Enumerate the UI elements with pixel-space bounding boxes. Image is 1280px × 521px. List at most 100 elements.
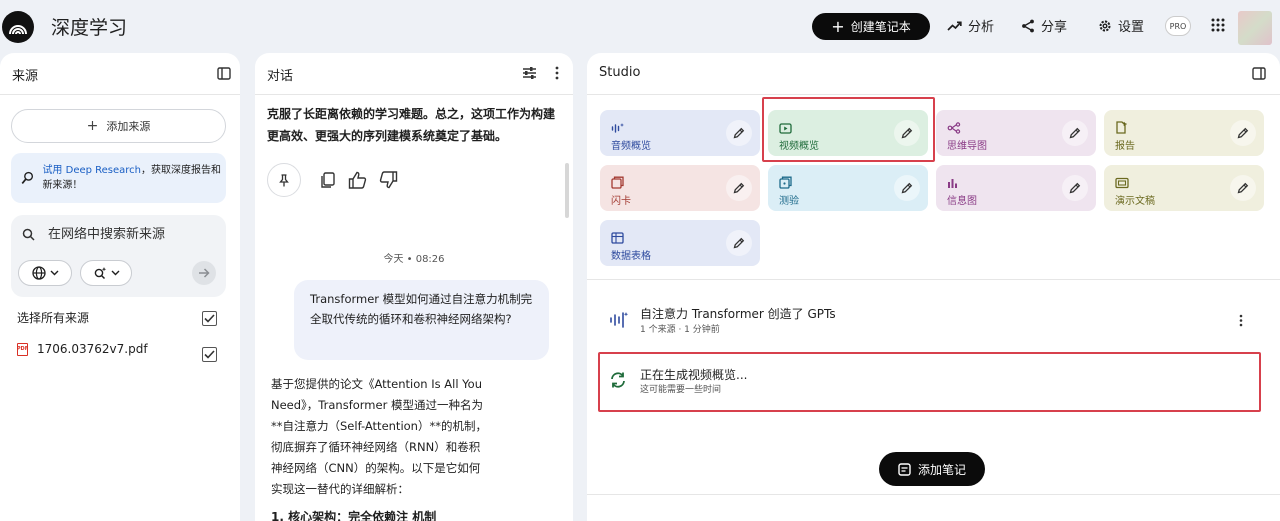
audio-waveform-icon [610, 312, 629, 328]
studio-tile-flashcard[interactable]: 闪卡 [600, 165, 760, 211]
pin-button[interactable] [267, 163, 301, 197]
pencil-icon [733, 237, 745, 249]
pencil-icon [1069, 182, 1081, 194]
flashcard-icon [611, 174, 624, 193]
copy-icon[interactable] [319, 171, 336, 189]
pencil-icon [901, 182, 913, 194]
chevron-down-icon [50, 270, 58, 276]
deep-research-link[interactable]: 试用 Deep Research [42, 165, 141, 176]
deep-research-banner[interactable]: 试用 Deep Research，获取深度报告和新来源！ [11, 153, 226, 203]
edit-tile-button[interactable] [1062, 175, 1088, 201]
analytics-label: 分析 [968, 20, 995, 35]
settings-button[interactable]: 设置 [1098, 16, 1144, 35]
studio-tile-label: 测验 [779, 196, 799, 207]
source-file-name: 1706.03762v7.pdf [37, 342, 148, 356]
chat-scrollbar[interactable] [565, 163, 569, 218]
studio-divider [587, 279, 1280, 280]
assistant-answer-text: 基于您提供的论文《Attention Is All You Need》，Tran… [271, 377, 487, 496]
web-search-box [11, 215, 226, 297]
submit-search-button[interactable] [192, 261, 216, 285]
source-checkbox[interactable] [202, 347, 217, 362]
plus-icon: + [86, 118, 99, 134]
note-item[interactable]: 自注意力 Transformer 创造了 GPTs 1 个来源 · 1 分钟前 [609, 303, 1269, 339]
studio-bottom-divider [587, 494, 1280, 495]
pro-badge: PRO [1165, 16, 1191, 36]
trending-up-icon [947, 20, 962, 31]
web-search-input[interactable] [48, 227, 208, 242]
search-icon [22, 228, 35, 241]
pdf-file-icon: PDF [17, 342, 28, 356]
pencil-icon [1069, 127, 1081, 139]
collapse-panel-icon[interactable] [1252, 67, 1266, 80]
slides-icon [1115, 174, 1129, 193]
tune-icon[interactable] [522, 66, 537, 80]
note-title: 自注意力 Transformer 创造了 GPTs [640, 307, 836, 321]
arrow-right-icon [199, 268, 210, 278]
notebook-title[interactable]: 深度学习 [51, 13, 127, 40]
gear-icon [1099, 20, 1111, 31]
studio-header: Studio [587, 53, 1280, 95]
table-icon [611, 229, 624, 248]
pencil-icon [1237, 127, 1249, 139]
globe-icon [31, 266, 46, 280]
sparkle-search-icon [94, 267, 106, 280]
infographic-icon [947, 174, 960, 193]
pencil-icon [1237, 182, 1249, 194]
select-all-label: 选择所有来源 [17, 311, 90, 325]
search-web-dropdown[interactable] [18, 260, 72, 286]
highlight-box-video-tile [762, 97, 935, 162]
share-button[interactable]: 分享 [1021, 16, 1067, 35]
create-notebook-button[interactable]: + 创建笔记本 [812, 13, 930, 40]
add-note-label: 添加笔记 [917, 462, 966, 477]
more-vert-icon[interactable] [1239, 314, 1243, 327]
studio-tile-label: 报告 [1115, 141, 1135, 152]
more-vert-icon[interactable] [555, 66, 559, 80]
apps-grid-icon[interactable] [1211, 18, 1225, 32]
add-source-label: 添加来源 [106, 120, 151, 133]
avatar[interactable] [1238, 11, 1272, 45]
pencil-icon [733, 127, 745, 139]
studio-tile-label: 思维导图 [947, 141, 987, 152]
thumbs-up-icon[interactable] [348, 171, 367, 189]
studio-tile-audio-waveform[interactable]: 音频概览 [600, 110, 760, 156]
studio-tile-quiz[interactable]: 测验 [768, 165, 928, 211]
studio-tile-label: 信息图 [947, 196, 977, 207]
edit-tile-button[interactable] [1230, 175, 1256, 201]
analytics-button[interactable]: 分析 [947, 16, 994, 35]
studio-tile-slides[interactable]: 演示文稿 [1104, 165, 1264, 211]
user-message-bubble: Transformer 模型如何通过自注意力机制完全取代传统的循环和卷积神经网络… [294, 280, 549, 360]
edit-tile-button[interactable] [726, 175, 752, 201]
edit-tile-button[interactable] [1230, 120, 1256, 146]
quiz-icon [779, 174, 792, 193]
check-icon [204, 350, 215, 359]
select-all-checkbox[interactable] [202, 311, 217, 326]
pin-icon [279, 173, 289, 186]
studio-tile-label: 演示文稿 [1115, 196, 1155, 207]
settings-label: 设置 [1118, 20, 1145, 35]
research-mode-dropdown[interactable] [80, 260, 132, 286]
top-bar: 深度学习 + 创建笔记本 分析 分享 设置 PRO [0, 0, 1280, 53]
report-icon [1115, 119, 1128, 138]
studio-tile-mind-map[interactable]: 思维导图 [936, 110, 1096, 156]
studio-panel: Studio 音频概览 视频概览 思维导图 报告 闪卡 测验 信息图 演示文稿 数据表格 自注意… [587, 53, 1280, 521]
edit-tile-button[interactable] [1062, 120, 1088, 146]
studio-tile-table[interactable]: 数据表格 [600, 220, 760, 266]
source-item[interactable]: PDF 1706.03762v7.pdf [17, 342, 148, 356]
studio-tile-infographic[interactable]: 信息图 [936, 165, 1096, 211]
edit-tile-button[interactable] [726, 120, 752, 146]
app-logo-icon[interactable] [2, 11, 34, 43]
magnifier-icon [21, 171, 34, 184]
add-note-button[interactable]: 添加笔记 [879, 452, 985, 486]
add-source-button[interactable]: + 添加来源 [11, 109, 226, 143]
edit-tile-button[interactable] [726, 230, 752, 256]
thumbs-down-icon[interactable] [379, 171, 398, 189]
studio-title: Studio [599, 65, 641, 80]
chat-header: 对话 [255, 53, 573, 95]
chat-title: 对话 [267, 69, 294, 84]
collapse-panel-icon[interactable] [217, 67, 231, 80]
studio-tile-label: 闪卡 [611, 196, 631, 207]
studio-tile-report[interactable]: 报告 [1104, 110, 1264, 156]
audio-waveform-icon [611, 119, 625, 138]
message-actions [267, 163, 398, 197]
edit-tile-button[interactable] [894, 175, 920, 201]
